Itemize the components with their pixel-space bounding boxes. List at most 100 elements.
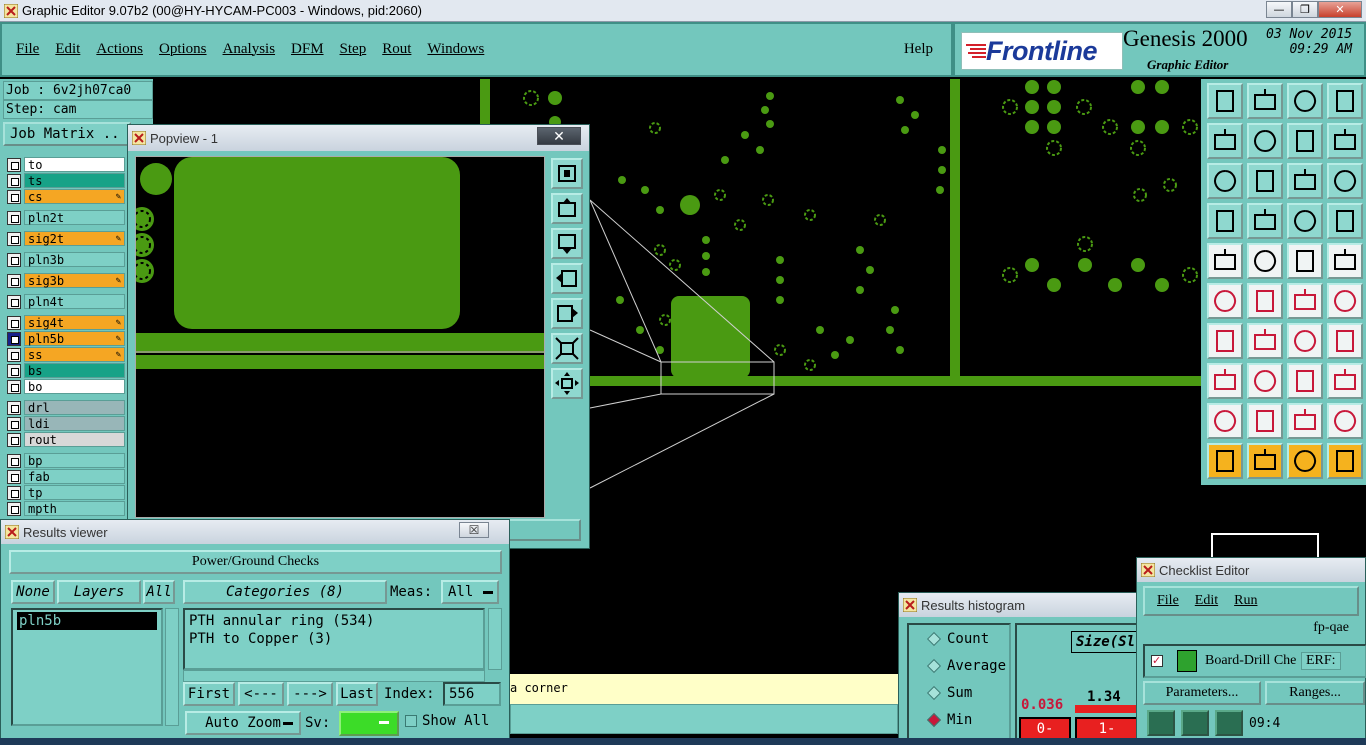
zoom-in-out-icon[interactable] [1287,123,1323,159]
layer-result-item[interactable]: pln5b [17,612,157,630]
pan-left-tool-icon[interactable] [1207,123,1243,159]
radio-average[interactable]: Average [926,658,1006,674]
point-icon[interactable] [1327,283,1363,319]
run-icon[interactable] [1147,710,1175,736]
fit-screen-icon[interactable] [1207,163,1243,199]
layer-checkbox[interactable] [7,347,21,362]
category-hscrollbar[interactable] [183,670,485,682]
checklist-menu-file[interactable]: File [1157,593,1179,609]
layer-checkbox[interactable] [7,231,21,246]
menu-step[interactable]: Step [332,41,375,58]
close-button[interactable]: ✕ [1318,1,1362,18]
layer-row-sig2t[interactable]: sig2t ✎ [7,231,125,246]
layer-name[interactable]: cs ✎ [24,189,125,204]
layer-row-bo[interactable]: bo [7,379,125,394]
layer-row-drl[interactable]: drl [7,400,125,415]
menu-windows[interactable]: Windows [419,41,492,58]
line-add-icon[interactable] [1247,243,1283,279]
layer-row-cs[interactable]: cs ✎ [7,189,125,204]
center-icon[interactable] [1247,163,1283,199]
layer-row-pln4t[interactable]: pln4t [7,294,125,309]
category-scrollbar[interactable] [488,608,502,670]
layer-name[interactable]: bo [24,379,125,394]
layer-row-pln3b[interactable]: pln3b [7,252,125,267]
menu-analysis[interactable]: Analysis [215,41,284,58]
layer-row-to[interactable]: to [7,157,125,172]
layer-result-list[interactable]: pln5b [11,608,163,726]
index-input[interactable]: 556 [443,682,501,706]
layer-row-sig3b[interactable]: sig3b ✎ [7,273,125,288]
layer-name[interactable]: mpth [24,501,125,516]
layer-row-ldi[interactable]: ldi [7,416,125,431]
layers-button[interactable]: Layers [57,580,141,604]
layer-list-scrollbar[interactable] [165,608,179,726]
radio-count[interactable]: Count [926,631,989,647]
layer-checkbox[interactable] [7,331,21,346]
zoom-home-icon[interactable] [551,368,583,399]
layer-name[interactable]: sig2t ✎ [24,231,125,246]
menu-file[interactable]: File [8,41,47,58]
layer-name[interactable]: pln3b [24,252,125,267]
layers-none-button[interactable]: None [11,580,55,604]
category-item[interactable]: PTH annular ring (534) [189,612,479,630]
last-button[interactable]: Last [336,682,378,706]
scale-icon[interactable] [1287,163,1323,199]
popview-canvas[interactable] [135,156,545,518]
home-icon[interactable] [1287,83,1323,119]
snap-grid-icon[interactable] [1327,203,1363,239]
layer-row-sig4t[interactable]: sig4t ✎ [7,315,125,330]
meas-dropdown[interactable]: All [441,580,499,604]
overview-map[interactable] [1201,485,1366,573]
angle-icon[interactable] [1207,323,1243,359]
layer-name[interactable]: rout [24,432,125,447]
maximize-button[interactable]: ❐ [1292,1,1318,18]
layer-name[interactable]: tp [24,485,125,500]
stop-icon[interactable] [1215,710,1243,736]
command-line[interactable] [510,704,898,734]
menu-edit[interactable]: Edit [47,41,88,58]
symbol-icon[interactable] [1327,323,1363,359]
checklist-menu-edit[interactable]: Edit [1195,593,1218,609]
layer-checkbox[interactable] [7,379,21,394]
layer-checkbox[interactable] [7,252,21,267]
select-pointer-icon[interactable] [1247,443,1283,479]
radio-sum[interactable]: Sum [926,685,972,701]
zoom-down-icon[interactable] [1247,83,1283,119]
layer-name[interactable]: pln2t [24,210,125,225]
menu-dfm[interactable]: DFM [283,41,332,58]
zoom-window-icon[interactable] [1327,83,1363,119]
pan-up-icon[interactable] [551,193,583,224]
node-connect-icon[interactable] [1207,283,1243,319]
zoom-fit-icon[interactable] [551,333,583,364]
layer-row-pln2t[interactable]: pln2t [7,210,125,225]
select-icon[interactable] [1207,443,1243,479]
snap-icon[interactable] [1287,203,1323,239]
layer-row-tp[interactable]: tp [7,485,125,500]
layer-name[interactable]: bp [24,453,125,468]
select-area-icon[interactable] [1287,443,1323,479]
layer-row-ts[interactable]: ts [7,173,125,188]
help-icon[interactable] [1327,163,1363,199]
layer-checkbox[interactable] [7,485,21,500]
layer-name[interactable]: pln4t [24,294,125,309]
menu-actions[interactable]: Actions [88,41,151,58]
layer-name[interactable]: ss ✎ [24,347,125,362]
layer-checkbox[interactable] [7,210,21,225]
layer-checkbox[interactable] [7,400,21,415]
split-icon[interactable] [1247,363,1283,399]
ruler-icon[interactable] [1287,243,1323,279]
layer-name[interactable]: pln5b ✎ [24,331,125,346]
layer-row-rout[interactable]: rout [7,432,125,447]
layer-name[interactable]: ts [24,173,125,188]
layer-row-mpth[interactable]: mpth [7,501,125,516]
slope-icon[interactable] [1247,323,1283,359]
layer-row-fab[interactable]: fab [7,469,125,484]
copy-icon[interactable] [1207,363,1243,399]
job-matrix-button[interactable]: Job Matrix .. [3,122,131,146]
layer-checkbox[interactable] [7,157,21,172]
layer-checkbox[interactable] [7,294,21,309]
layer-name[interactable]: bs [24,363,125,378]
align-icon[interactable] [1287,363,1323,399]
pan-down-icon[interactable] [551,228,583,259]
zoom-cycle-icon[interactable] [1327,123,1363,159]
